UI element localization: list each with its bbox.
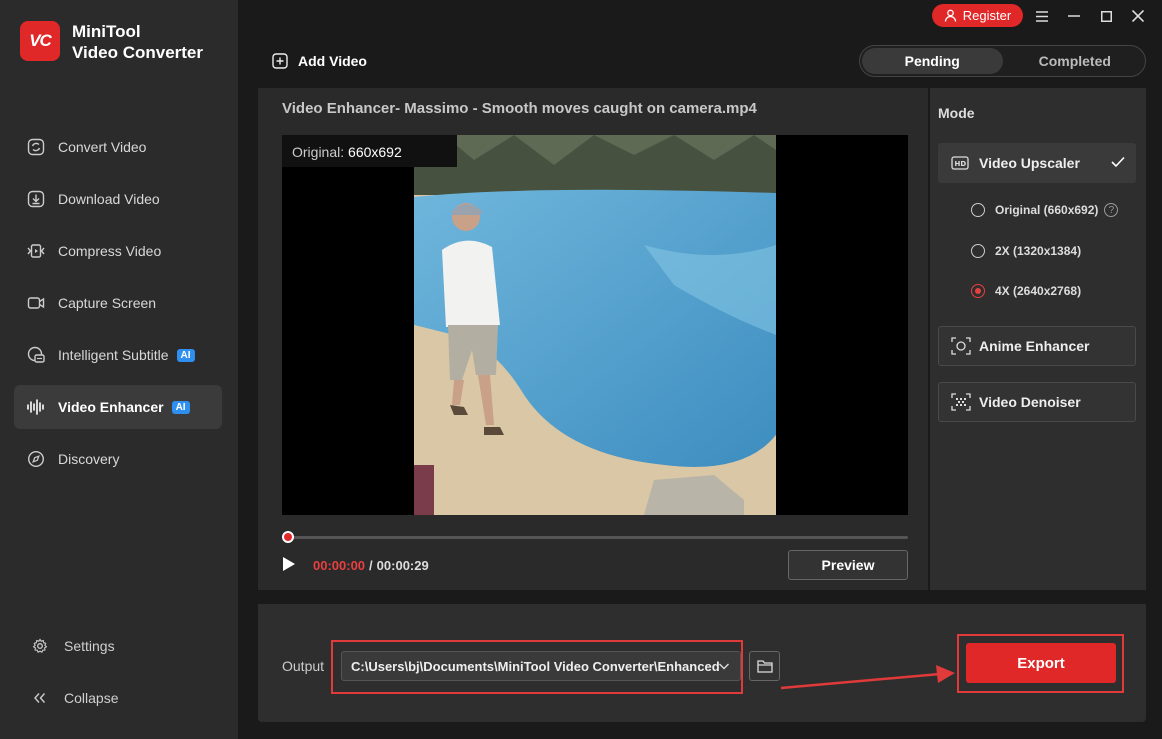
export-button[interactable]: Export (966, 643, 1116, 683)
annotation-arrow (780, 665, 955, 690)
original-prefix: Original: (292, 144, 349, 160)
original-resolution-label: Original: 660x692 (282, 135, 457, 167)
original-value: 660x692 (348, 144, 402, 160)
